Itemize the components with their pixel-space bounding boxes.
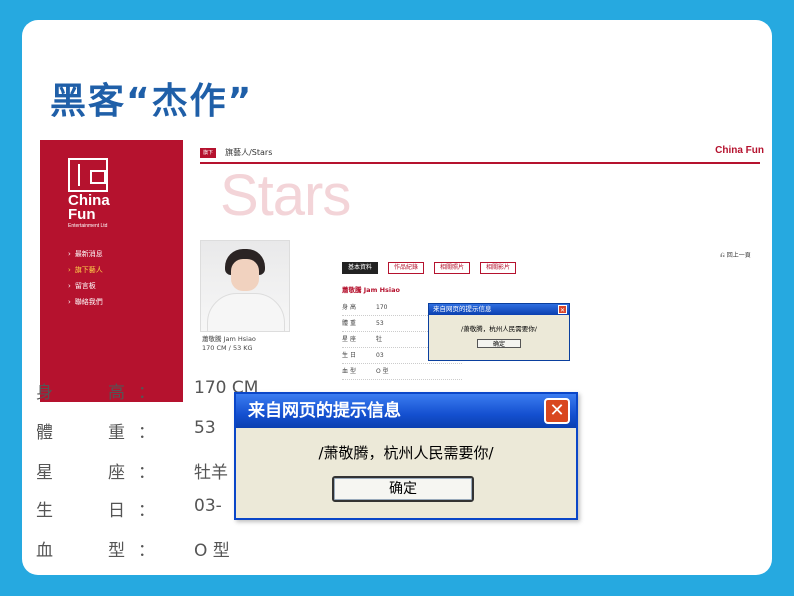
zoom-key-1: 體 — [36, 423, 53, 443]
slide-title: 黑客“杰作” — [50, 81, 254, 122]
profile-name: 蕭敬騰 Jam Hsiao — [342, 286, 400, 294]
tab-works[interactable]: 作品紀錄 — [388, 262, 425, 274]
photo-caption-name: 蕭敬騰 Jam Hsiao — [202, 335, 256, 343]
zoom-colon: ： — [138, 541, 155, 561]
close-icon[interactable]: ✕ — [558, 305, 567, 314]
profile-tabs: 基本資料 作品紀錄 相關照片 相關影片 — [342, 262, 517, 274]
stars-watermark: Stars — [220, 163, 351, 228]
zoom-value: 牡羊 — [194, 463, 228, 483]
zoom-value: 53 — [194, 418, 216, 438]
ok-button[interactable]: 确定 — [332, 476, 474, 502]
mini-dialog-titlebar: 来自网页的提示信息 ✕ — [429, 304, 569, 315]
zoom-key-1: 身 — [36, 383, 53, 403]
sidebar-item-contact[interactable]: 聯絡我們 — [68, 294, 103, 310]
detail-key: 身高 — [342, 304, 359, 311]
logo-subtitle: Entertainment Ltd — [68, 223, 108, 229]
logo-text: China Fun — [68, 192, 110, 223]
sidebar-item-artists[interactable]: 旗下藝人 — [68, 262, 103, 278]
tab-photos[interactable]: 相關照片 — [434, 262, 471, 274]
mini-ok-button[interactable]: 确定 — [477, 339, 521, 348]
breadcrumb: 旗藝人/Stars — [225, 148, 273, 157]
zoom-key-2: 重 — [108, 423, 125, 443]
dialog-message: /萧敬腾，杭州人民需要你/ — [318, 444, 494, 462]
dialog-title: 来自网页的提示信息 — [248, 401, 401, 421]
zoom-key-1: 生 — [36, 501, 53, 521]
zoomed-detail: 身 高 ： 170 CM 體 重 ： 53 星 座 ： 牡羊 生 日 ： 03-… — [22, 370, 772, 575]
artist-photo — [200, 240, 290, 332]
zoom-key-2: 座 — [108, 463, 125, 483]
header-badge: 旗下 — [200, 148, 216, 158]
mini-alert-dialog: 来自网页的提示信息 ✕ /萧敬腾，杭州人民需要你/ 确定 — [428, 303, 570, 361]
alert-dialog: 来自网页的提示信息 ✕ /萧敬腾，杭州人民需要你/ 确定 — [234, 392, 578, 520]
detail-value: 53 — [376, 320, 384, 327]
site-sidebar: China Fun Entertainment Ltd 最新消息 旗下藝人 留言… — [40, 140, 183, 402]
mini-dialog-message: /萧敬腾，杭州人民需要你/ — [461, 325, 537, 333]
back-link-label: 回上一頁 — [726, 252, 751, 259]
zoom-key-2: 高 — [108, 383, 125, 403]
zoom-colon: ： — [138, 463, 155, 483]
detail-key: 體重 — [342, 320, 359, 327]
dialog-titlebar[interactable]: 来自网页的提示信息 ✕ — [236, 394, 576, 428]
photo-caption: 蕭敬騰 Jam Hsiao 170 CM / 53 KG — [202, 335, 256, 353]
zoom-colon: ： — [138, 383, 155, 403]
zoom-key-2: 日 — [108, 501, 125, 521]
webpage-screenshot: China Fun Entertainment Ltd 最新消息 旗下藝人 留言… — [40, 140, 772, 402]
detail-key: 生日 — [342, 352, 359, 359]
sidebar-menu: 最新消息 旗下藝人 留言板 聯絡我們 — [68, 246, 103, 310]
mini-dialog-title: 来自网页的提示信息 — [433, 305, 492, 313]
zoom-value: 03- — [194, 496, 222, 516]
tab-videos[interactable]: 相關影片 — [480, 262, 517, 274]
back-link[interactable]: ⎌ 回上一頁 — [720, 250, 751, 260]
zoom-colon: ： — [138, 423, 155, 443]
close-icon[interactable]: ✕ — [544, 398, 570, 424]
photo-caption-size: 170 CM / 53 KG — [202, 344, 253, 352]
china-fun-logo-icon — [68, 158, 108, 192]
detail-value: 170 — [376, 304, 388, 311]
zoom-key-2: 型 — [108, 541, 125, 561]
header-logo[interactable]: China Fun — [715, 146, 764, 156]
sidebar-item-news[interactable]: 最新消息 — [68, 246, 103, 262]
detail-key: 星座 — [342, 336, 359, 343]
zoom-value: O 型 — [194, 541, 230, 561]
sidebar-item-guestbook[interactable]: 留言板 — [68, 278, 103, 294]
detail-value: 牡 — [376, 336, 383, 343]
tab-basic-info[interactable]: 基本資料 — [342, 262, 379, 274]
detail-value: 03 — [376, 352, 384, 359]
zoom-colon: ： — [138, 501, 155, 521]
slide-card: 黑客“杰作” China Fun Entertainment Ltd 最新消息 … — [22, 20, 772, 575]
zoom-key-1: 血 — [36, 541, 53, 561]
zoom-key-1: 星 — [36, 463, 53, 483]
